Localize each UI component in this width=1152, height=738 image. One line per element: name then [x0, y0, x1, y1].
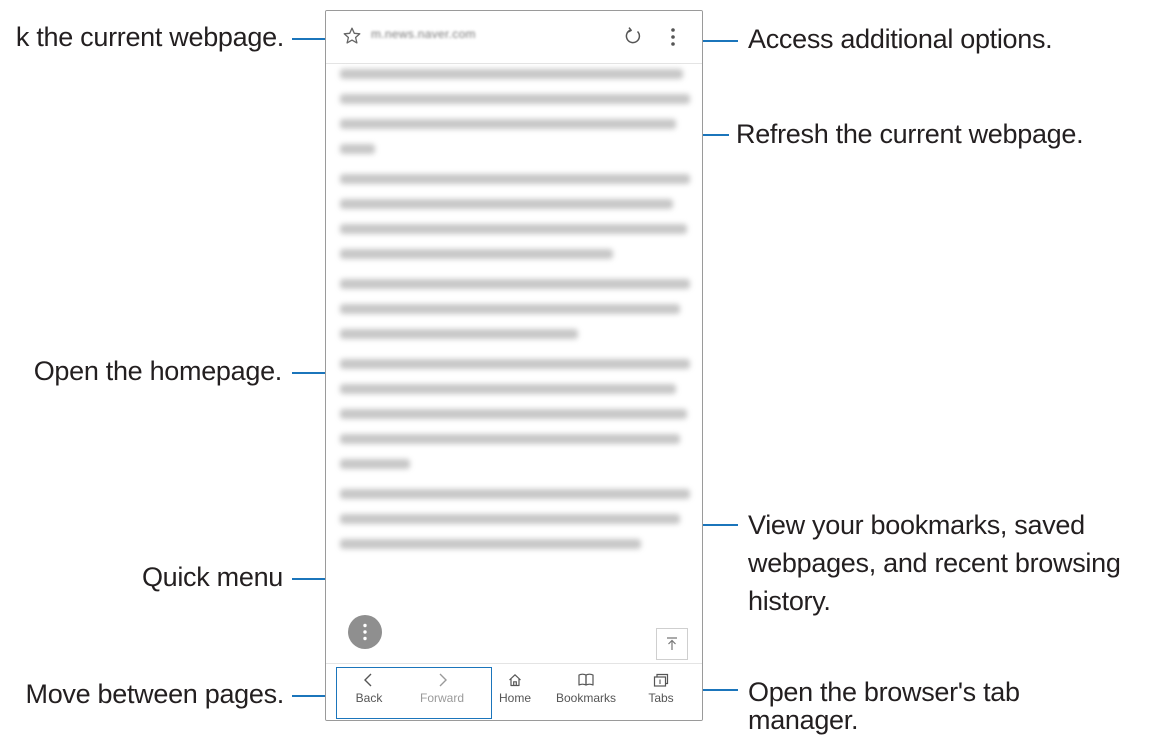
vertical-dots-icon[interactable]: [668, 26, 678, 48]
home-button[interactable]: Home: [490, 664, 540, 720]
chevron-left-icon: [364, 673, 372, 687]
callout-tab-manager-2: manager.: [748, 705, 859, 735]
callout-homepage: Open the homepage.: [33, 356, 283, 386]
blurred-text-line: [340, 304, 680, 314]
blurred-text-line: [340, 539, 641, 549]
vertical-dots-icon: [363, 623, 367, 641]
callout-more-options: Access additional options.: [748, 24, 1053, 54]
paragraph: [340, 174, 690, 259]
url-bar: m.news.naver.com: [326, 11, 702, 64]
arrow-up-to-line-icon: [667, 637, 677, 650]
scroll-to-top-button[interactable]: [656, 628, 688, 660]
blurred-text-line: [340, 199, 673, 209]
forward-label: Forward: [419, 691, 464, 705]
forward-button[interactable]: Forward: [410, 664, 474, 720]
blurred-text-line: [340, 69, 683, 79]
blurred-text-line: [340, 174, 690, 184]
tabs-button[interactable]: Tabs: [636, 664, 686, 720]
paragraph: [340, 69, 690, 154]
blurred-text-line: [340, 119, 676, 129]
paragraph: [340, 279, 690, 339]
blurred-text-line: [340, 329, 578, 339]
callout-bookmarks-view-3: history.: [748, 586, 831, 616]
url-text[interactable]: m.news.naver.com: [371, 27, 476, 41]
bookmarks-label: Bookmarks: [555, 691, 617, 705]
paragraph: [340, 359, 690, 469]
home-label: Home: [498, 691, 531, 705]
blurred-text-line: [340, 489, 690, 499]
callout-quick-menu: Quick menu: [141, 562, 283, 592]
blurred-page-content: [340, 69, 690, 569]
blurred-text-line: [340, 249, 613, 259]
back-label: Back: [355, 691, 383, 705]
callout-bookmarks-view-2: webpages, and recent browsing: [748, 548, 1121, 578]
refresh-icon[interactable]: [621, 24, 645, 48]
callout-tab-manager-1: Open the browser's tab: [748, 677, 1020, 707]
tabs-icon: [653, 673, 669, 687]
callout-bookmark: k the current webpage.: [15, 22, 284, 52]
book-icon: [578, 673, 594, 686]
blurred-text-line: [340, 434, 680, 444]
blurred-text-line: [340, 144, 375, 154]
blurred-text-line: [340, 94, 690, 104]
callout-bookmarks-view-1: View your bookmarks, saved: [748, 510, 1085, 540]
blurred-text-line: [340, 224, 687, 234]
blurred-text-line: [340, 359, 690, 369]
bookmarks-button[interactable]: Bookmarks: [550, 664, 622, 720]
blurred-text-line: [340, 459, 410, 469]
home-icon: [509, 674, 521, 687]
chevron-right-icon: [439, 673, 447, 687]
blurred-text-line: [340, 514, 680, 524]
blurred-text-line: [340, 409, 687, 419]
quick-menu-button[interactable]: [348, 615, 382, 649]
tabs-label: Tabs: [648, 691, 674, 705]
phone-screen: m.news.naver.com Back Forward Home Bookm…: [325, 10, 703, 721]
star-outline-icon[interactable]: [342, 26, 362, 46]
callout-refresh: Refresh the current webpage.: [736, 119, 1084, 149]
callout-move-pages: Move between pages.: [25, 679, 285, 709]
paragraph: [340, 489, 690, 549]
blurred-text-line: [340, 384, 676, 394]
bottom-navigation-bar: Back Forward Home Bookmarks Tabs: [326, 663, 702, 720]
back-button[interactable]: Back: [342, 664, 396, 720]
blurred-text-line: [340, 279, 690, 289]
